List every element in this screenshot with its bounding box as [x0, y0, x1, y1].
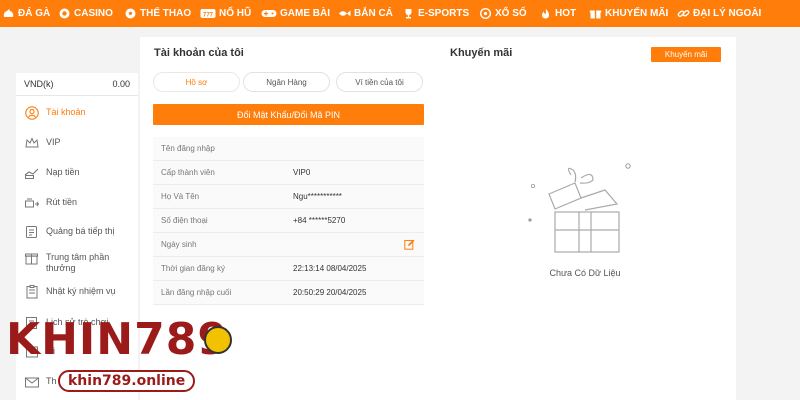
- brand-site-badge: khin789.online: [58, 370, 196, 392]
- fire-icon: [539, 8, 552, 19]
- top-nav: ĐÁ GÀ CASINO THỂ THAO 777 NỔ HŨ GAME BÀI…: [0, 0, 800, 27]
- promotion-button[interactable]: Khuyến mãi: [651, 47, 721, 62]
- brand-wordmark: KHIN789: [6, 314, 229, 365]
- withdraw-icon: [24, 196, 40, 210]
- promote-icon: [24, 225, 40, 239]
- promotion-title: Khuyến mãi: [450, 47, 513, 59]
- nav-item-dai-ly-ngoai[interactable]: ĐẠI LÝ NGOÀI: [677, 0, 761, 27]
- trophy-icon: [402, 8, 415, 19]
- lottery-icon: [479, 8, 492, 19]
- info-row-username: Tên đăng nhập: [153, 137, 424, 161]
- sidebar-item-vip[interactable]: VIP: [16, 136, 138, 150]
- change-password-button[interactable]: Đổi Mật Khẩu/Đổi Mã PIN: [153, 104, 424, 125]
- empty-state-text: Chưa Có Dữ Liệu: [549, 268, 621, 278]
- rooster-icon: [2, 8, 15, 19]
- nav-item-casino[interactable]: CASINO: [58, 0, 113, 27]
- account-title: Tài khoản của tôi: [154, 47, 244, 59]
- slot-icon: 777: [200, 8, 216, 19]
- soccer-ball-icon: [124, 8, 137, 19]
- sidebar-item-rut-tien[interactable]: Rút tiền: [16, 196, 138, 210]
- nav-item-game-bai[interactable]: GAME BÀI: [261, 0, 330, 27]
- brand-watermark-logo: KHIN789 khin789.online: [6, 315, 236, 397]
- tab-vi-tien[interactable]: Ví tiền của tôi: [336, 72, 423, 92]
- edit-icon[interactable]: [404, 239, 415, 250]
- nav-item-no-hu[interactable]: 777 NỔ HŨ: [200, 0, 251, 27]
- user-icon: [24, 106, 40, 120]
- sidebar-item-nap-tien[interactable]: Nạp tiền: [16, 166, 138, 180]
- gamepad-icon: [261, 8, 277, 19]
- info-row-register-time: Thời gian đăng ký 22:13:14 08/04/2025: [153, 257, 424, 281]
- nav-item-the-thao[interactable]: THỂ THAO: [124, 0, 191, 27]
- chip-icon: [58, 8, 71, 19]
- empty-gift-box-icon: [525, 160, 633, 260]
- nav-item-xo-so[interactable]: XỔ SỐ: [479, 0, 527, 27]
- nav-item-e-sports[interactable]: E-SPORTS: [402, 0, 469, 27]
- sidebar-item-tai-khoan[interactable]: Tài khoản: [16, 106, 138, 120]
- sidebar-item-nhat-ky-nhiem-vu[interactable]: Nhật ký nhiệm vụ: [16, 285, 138, 299]
- info-row-member-level: Cấp thành viên VIP0: [153, 161, 424, 185]
- info-row-full-name: Họ Và Tên Ngu***********: [153, 185, 424, 209]
- fish-icon: [338, 8, 351, 19]
- gift-icon: [589, 8, 602, 19]
- tab-ho-so[interactable]: Hồ sơ: [153, 72, 240, 92]
- nav-item-da-ga[interactable]: ĐÁ GÀ: [2, 0, 50, 27]
- tab-ngan-hang[interactable]: Ngân Hàng: [243, 72, 330, 92]
- deposit-icon: [24, 166, 40, 180]
- balance-bar: VND(k) 0.00: [16, 73, 138, 96]
- sidebar-item-quang-ba[interactable]: Quảng bá tiếp thị: [16, 225, 138, 239]
- info-row-phone: Số điện thoại +84 ******5270: [153, 209, 424, 233]
- currency-label: VND(k): [24, 79, 54, 89]
- info-row-last-login: Lần đăng nhập cuối 20:50:29 20/04/2025: [153, 281, 424, 305]
- nav-item-khuyen-mai[interactable]: KHUYẾN MÃI: [589, 0, 668, 27]
- sidebar-item-trung-tam-phan-thuong[interactable]: Trung tâm phần thưởng: [16, 251, 138, 274]
- nav-item-hot[interactable]: HOT: [539, 0, 576, 27]
- svg-text:777: 777: [203, 12, 214, 18]
- soccer-ball-logo-icon: [204, 326, 232, 354]
- reward-icon: [24, 251, 40, 265]
- task-log-icon: [24, 285, 40, 299]
- info-row-birthday: Ngày sinh: [153, 233, 424, 257]
- nav-item-ban-ca[interactable]: BẮN CÁ: [338, 0, 393, 27]
- balance-value: 0.00: [112, 79, 130, 89]
- vip-crown-icon: [24, 136, 40, 150]
- link-icon: [677, 8, 690, 19]
